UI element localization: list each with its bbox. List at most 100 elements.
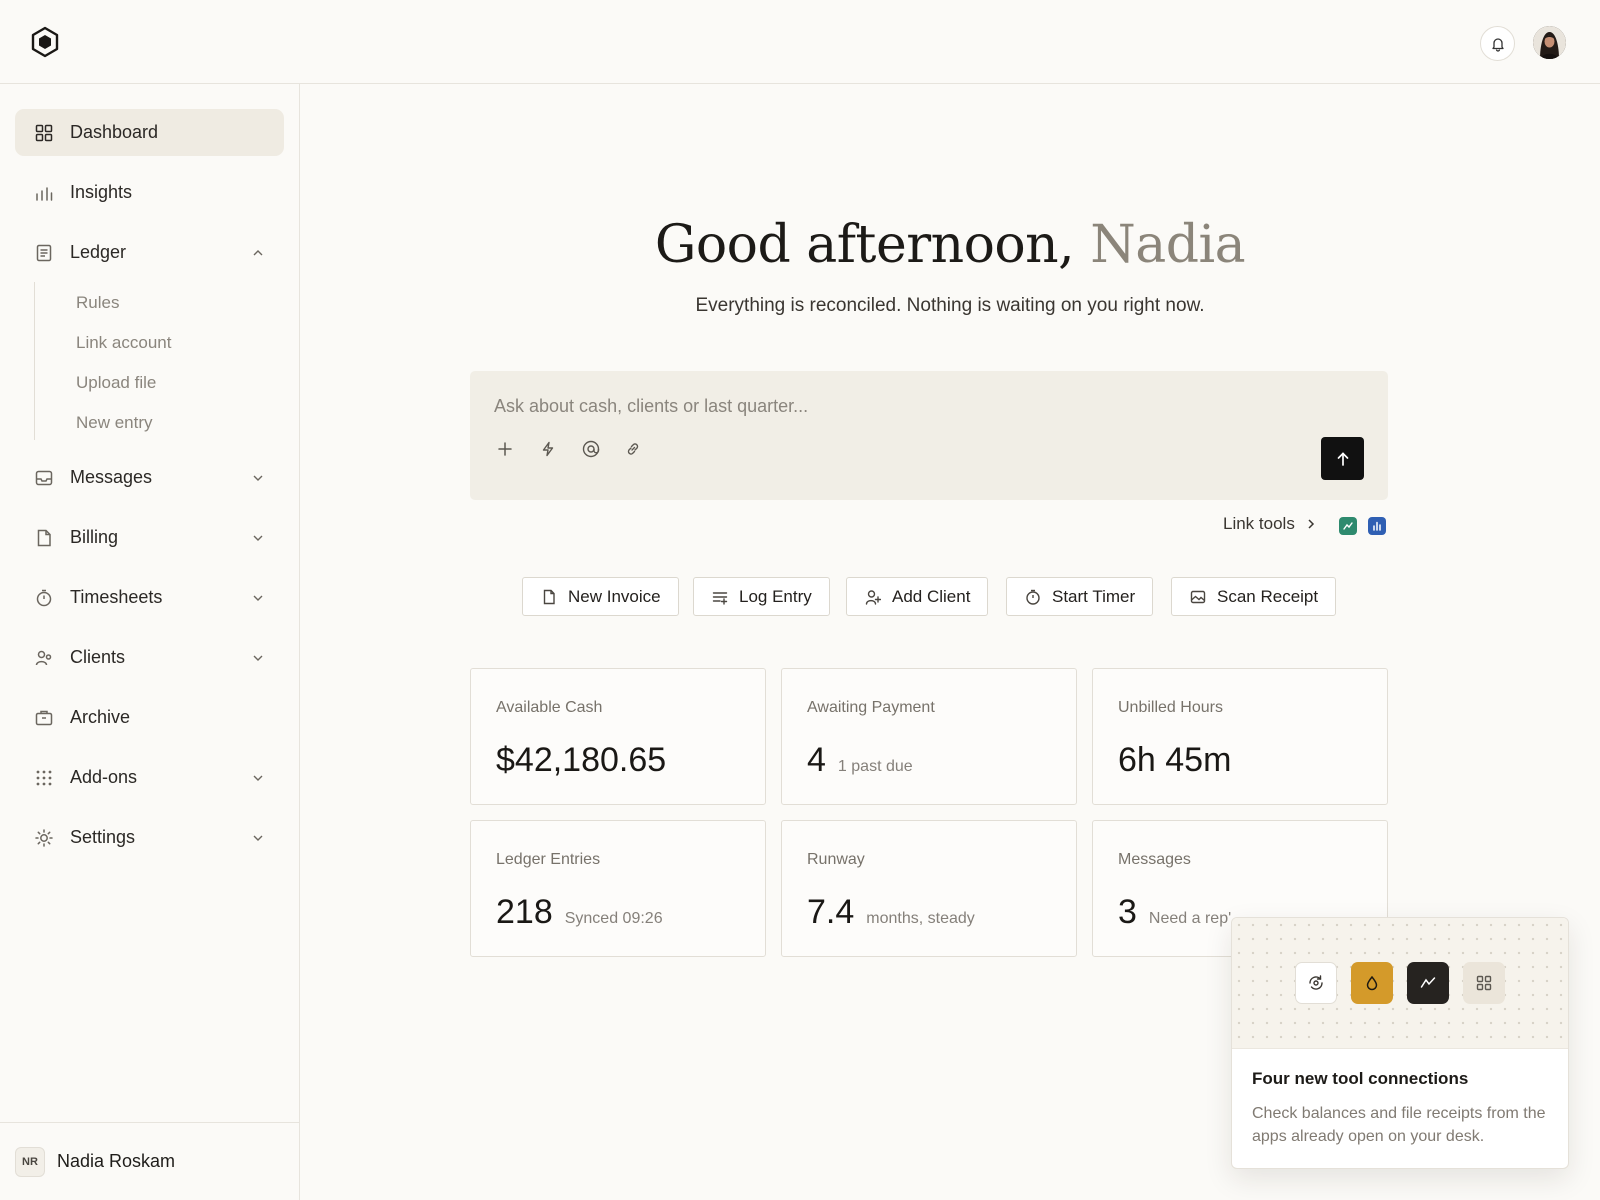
stat-card-value: 6h 45m bbox=[1118, 741, 1232, 779]
trend-app-icon[interactable] bbox=[1339, 517, 1357, 535]
scan-receipt-button[interactable]: Scan Receipt bbox=[1171, 577, 1337, 616]
sidebar-item-ledger[interactable]: Ledger bbox=[15, 229, 284, 276]
inbox-icon bbox=[34, 468, 54, 488]
sidebar-item-messages[interactable]: Messages bbox=[15, 454, 284, 501]
stat-card-value: $42,180.65 bbox=[496, 741, 667, 779]
at-icon[interactable] bbox=[580, 438, 602, 460]
file-icon bbox=[34, 528, 54, 548]
stat-card-note: Need a rep' bbox=[1148, 910, 1232, 927]
chevron-down-icon[interactable] bbox=[251, 651, 265, 665]
user-profile[interactable]: NR Nadia Roskam bbox=[0, 1122, 300, 1200]
sidebar-item-label: Settings bbox=[70, 827, 136, 847]
sidebar-item-add-ons[interactable]: Add-ons bbox=[15, 754, 284, 801]
stat-card-label: Awaiting Payment bbox=[807, 699, 935, 716]
sidebar-item-label: Dashboard bbox=[70, 122, 159, 142]
sidebar-item-label: Messages bbox=[70, 467, 153, 487]
stat-card-note: 1 past due bbox=[837, 758, 913, 775]
stat-card-value: 4 bbox=[807, 741, 826, 779]
grid-icon bbox=[34, 123, 54, 143]
sidebar-item-settings[interactable]: Settings bbox=[15, 814, 284, 861]
stat-card-label: Messages bbox=[1118, 851, 1191, 868]
stat-card-label: Ledger Entries bbox=[496, 851, 601, 868]
new-invoice-button[interactable]: New Invoice bbox=[522, 577, 679, 616]
popover-illustration bbox=[1232, 918, 1568, 1049]
briefcase-icon bbox=[34, 708, 54, 728]
submenu-item-link-account[interactable]: Link account bbox=[76, 333, 171, 353]
sidebar-item-timesheets[interactable]: Timesheets bbox=[15, 574, 284, 621]
sun-gear-icon bbox=[34, 828, 54, 848]
sidebar-item-label: Add-ons bbox=[70, 767, 138, 787]
drop-icon bbox=[1351, 962, 1393, 1004]
chevron-down-icon[interactable] bbox=[251, 471, 265, 485]
user-add-icon bbox=[864, 588, 882, 606]
user-initials-avatar: NR bbox=[15, 1146, 45, 1177]
ledger-submenu-line bbox=[34, 282, 35, 440]
sidebar-item-label: Billing bbox=[70, 527, 119, 547]
sidebar: Dashboard Insights Ledger Rules Link acc… bbox=[0, 84, 300, 1200]
submenu-item-rules[interactable]: Rules bbox=[76, 293, 119, 313]
image-icon bbox=[1189, 588, 1207, 606]
link-tools-button[interactable]: Link tools bbox=[1223, 514, 1317, 534]
popover-description: Check balances and file receipts from th… bbox=[1252, 1105, 1546, 1145]
chevron-up-icon[interactable] bbox=[251, 246, 265, 260]
tool-connections-popover[interactable]: Four new tool connections Check balances… bbox=[1231, 917, 1569, 1169]
user-name: Nadia Roskam bbox=[57, 1151, 176, 1171]
new-invoice-label: New Invoice bbox=[568, 586, 661, 606]
stat-card-awaiting-payment[interactable]: Awaiting Payment 4 1 past due bbox=[781, 668, 1077, 805]
users-icon bbox=[34, 648, 54, 668]
start-timer-label: Start Timer bbox=[1052, 586, 1136, 606]
stat-card-value: 7.4 bbox=[807, 893, 855, 931]
list-add-icon bbox=[711, 588, 729, 606]
lightning-icon[interactable] bbox=[537, 438, 559, 460]
sidebar-item-archive[interactable]: Archive bbox=[15, 694, 284, 741]
trend-icon bbox=[1407, 962, 1449, 1004]
prompt-input-placeholder[interactable]: Ask about cash, clients or last quarter.… bbox=[494, 396, 808, 417]
stat-card-label: Runway bbox=[807, 851, 865, 868]
start-timer-button[interactable]: Start Timer bbox=[1006, 577, 1154, 616]
stat-card-available-cash[interactable]: Available Cash $42,180.65 bbox=[470, 668, 766, 805]
chevron-down-icon[interactable] bbox=[251, 831, 265, 845]
submenu-item-upload-file[interactable]: Upload file bbox=[76, 373, 156, 393]
sidebar-item-billing[interactable]: Billing bbox=[15, 514, 284, 561]
stat-card-unbilled-hours[interactable]: Unbilled Hours 6h 45m bbox=[1092, 668, 1388, 805]
greeting-prefix: Good afternoon, bbox=[654, 215, 1075, 275]
notifications-button[interactable] bbox=[1480, 26, 1515, 61]
link-tools-label: Link tools bbox=[1223, 514, 1295, 533]
add-client-label: Add Client bbox=[892, 586, 971, 606]
arrow-up-icon bbox=[1335, 451, 1351, 467]
ask-prompt-box[interactable]: Ask about cash, clients or last quarter.… bbox=[470, 371, 1388, 500]
stat-card-ledger-entries[interactable]: Ledger Entries 218 Synced 09:26 bbox=[470, 820, 766, 957]
chevron-down-icon[interactable] bbox=[251, 591, 265, 605]
sidebar-item-label: Insights bbox=[70, 182, 133, 202]
plus-icon[interactable] bbox=[494, 438, 516, 460]
chart-app-icon[interactable] bbox=[1368, 517, 1386, 535]
submenu-item-new-entry[interactable]: New entry bbox=[76, 413, 153, 433]
add-client-button[interactable]: Add Client bbox=[846, 577, 989, 616]
stat-card-value: 3 bbox=[1118, 893, 1137, 931]
log-entry-label: Log Entry bbox=[739, 586, 812, 606]
log-entry-button[interactable]: Log Entry bbox=[693, 577, 830, 616]
popover-title: Four new tool connections bbox=[1252, 1069, 1469, 1088]
sidebar-item-label: Archive bbox=[70, 707, 131, 727]
stat-card-note: Synced 09:26 bbox=[564, 910, 663, 927]
sidebar-item-insights[interactable]: Insights bbox=[15, 169, 284, 216]
sidebar-item-label: Timesheets bbox=[70, 587, 163, 607]
stat-card-label: Available Cash bbox=[496, 699, 603, 716]
chevron-right-icon bbox=[1305, 518, 1317, 530]
sidebar-item-label: Clients bbox=[70, 647, 126, 667]
bar-chart-icon bbox=[34, 183, 54, 203]
hexagon-logo[interactable] bbox=[29, 26, 61, 58]
sidebar-item-label: Ledger bbox=[70, 242, 127, 262]
sidebar-item-clients[interactable]: Clients bbox=[15, 634, 284, 681]
chevron-down-icon[interactable] bbox=[251, 771, 265, 785]
file-icon bbox=[540, 588, 558, 606]
stat-card-runway[interactable]: Runway 7.4 months, steady bbox=[781, 820, 1077, 957]
scan-receipt-label: Scan Receipt bbox=[1217, 586, 1319, 606]
chevron-down-icon[interactable] bbox=[251, 531, 265, 545]
send-button[interactable] bbox=[1321, 437, 1364, 480]
stat-card-label: Unbilled Hours bbox=[1118, 699, 1223, 716]
sidebar-item-dashboard[interactable]: Dashboard bbox=[15, 109, 284, 156]
link-icon[interactable] bbox=[622, 438, 644, 460]
top-bar bbox=[0, 0, 1600, 84]
user-avatar[interactable] bbox=[1533, 26, 1566, 59]
